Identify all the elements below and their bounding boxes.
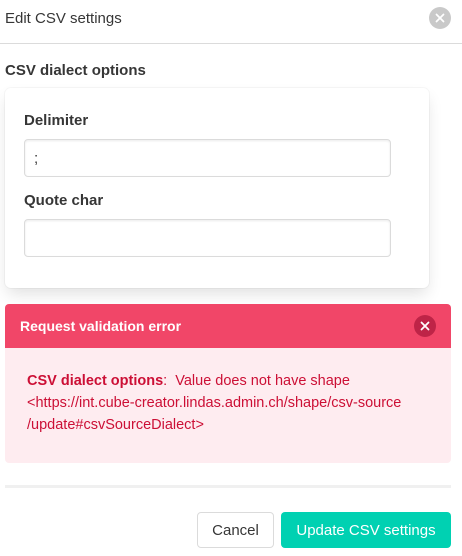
error-separator: : bbox=[163, 373, 168, 389]
error-title: Request validation error bbox=[20, 318, 182, 334]
error-line-1: CSV dialect options: Value does not have… bbox=[27, 370, 437, 392]
close-icon[interactable] bbox=[414, 315, 436, 337]
error-message: Value does not have shape bbox=[175, 373, 350, 389]
footer-divider bbox=[5, 485, 451, 488]
close-icon[interactable] bbox=[429, 7, 451, 29]
dialog-title: Edit CSV settings bbox=[5, 10, 122, 27]
delimiter-input[interactable] bbox=[24, 139, 391, 177]
error-body: CSV dialect options: Value does not have… bbox=[27, 370, 437, 436]
cancel-button[interactable]: Cancel bbox=[197, 512, 274, 548]
validation-error-message: Request validation error CSV dialect opt… bbox=[5, 304, 451, 463]
dialect-options-card: Delimiter Quote char bbox=[5, 88, 429, 288]
update-csv-settings-button[interactable]: Update CSV settings bbox=[281, 512, 451, 548]
error-shape-line-1: <https://int.cube-creator.lindas.admin.c… bbox=[27, 395, 402, 411]
error-field-name: CSV dialect options bbox=[27, 373, 164, 389]
delimiter-label: Delimiter bbox=[24, 112, 89, 129]
section-title: CSV dialect options bbox=[5, 62, 146, 79]
quote-char-input[interactable] bbox=[24, 219, 391, 257]
error-header: Request validation error bbox=[5, 304, 451, 348]
dialog-header: Edit CSV settings bbox=[0, 0, 462, 44]
error-shape-line-2: /update#csvSourceDialect> bbox=[27, 417, 204, 433]
quote-char-label: Quote char bbox=[24, 192, 104, 209]
